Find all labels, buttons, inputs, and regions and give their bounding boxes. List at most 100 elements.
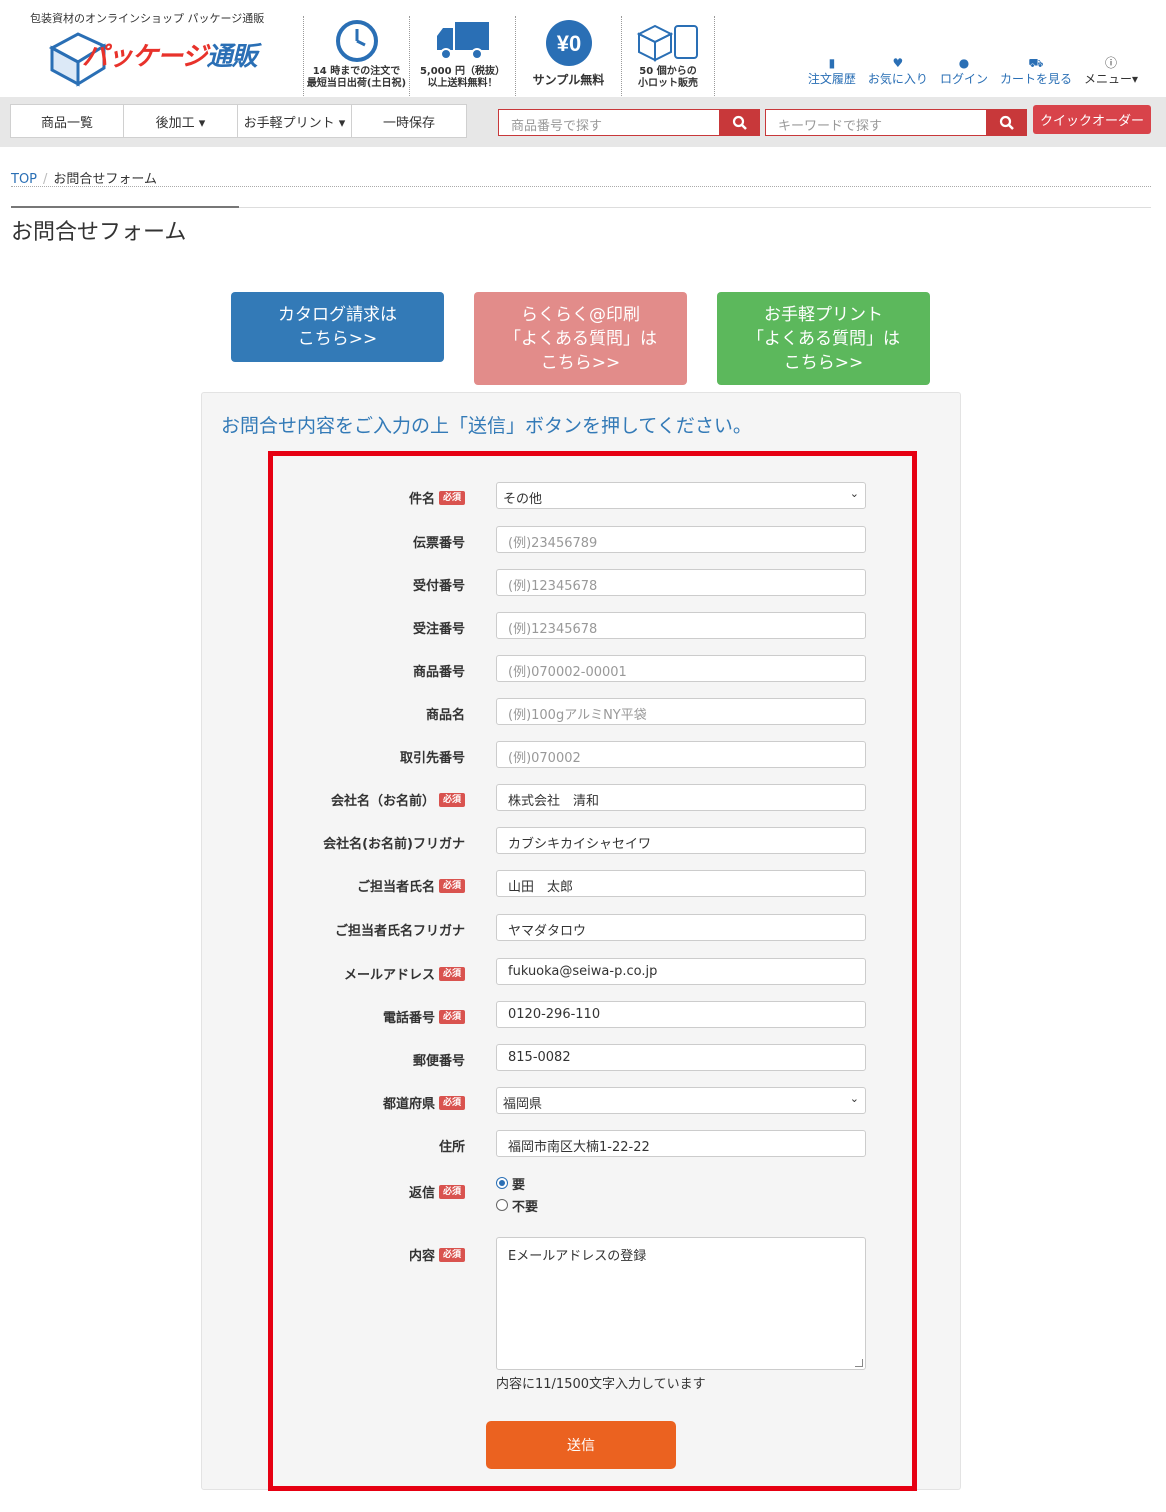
required-badge: 必須 <box>438 1184 465 1199</box>
row-client-no: 取引先番号 (例)070002 <box>273 741 913 768</box>
nav-menu[interactable]: ⓘ メニュー▾ <box>1084 56 1138 87</box>
book-icon: ▮ <box>828 56 836 70</box>
radio-unchecked-icon <box>496 1199 508 1211</box>
nav-order-history[interactable]: ▮ 注文履歴 <box>808 56 856 87</box>
zip-input[interactable]: 815-0082 <box>496 1044 866 1071</box>
breadcrumb-divider <box>11 186 1151 187</box>
subject-label: 件名 <box>408 492 435 507</box>
reply-no-label: 不要 <box>512 1199 539 1215</box>
nav-temp-save[interactable]: 一時保存 <box>352 104 467 138</box>
button-line: らくらく@印刷 <box>521 304 640 325</box>
nav-login[interactable]: ● ログイン <box>940 56 988 87</box>
nav-product-list[interactable]: 商品一覧 <box>10 104 124 138</box>
email-label: メールアドレス <box>343 968 435 983</box>
prefecture-select[interactable]: 福岡県 ⌄ <box>496 1087 866 1114</box>
contact-kana-label: ご担当者氏名フリガナ <box>334 924 465 939</box>
quick-order-button[interactable]: クイックオーダー <box>1033 105 1151 134</box>
required-badge: 必須 <box>438 1095 465 1110</box>
nav-cart[interactable]: ⛟ カートを見る <box>1000 56 1072 87</box>
character-counter: 内容に11/1500文字入力しています <box>496 1377 706 1392</box>
address-label: 住所 <box>438 1140 465 1155</box>
company-label: 会社名（お名前） <box>330 794 435 809</box>
row-company-kana: 会社名(お名前)フリガナ カブシキカイシャセイワ <box>273 827 913 854</box>
required-badge: 必須 <box>438 1009 465 1024</box>
feature-same-day: 14 時までの注文で 最短当日出荷(土日祝) <box>303 16 409 96</box>
email-input[interactable]: fukuoka@seiwa-p.co.jp <box>496 958 866 985</box>
search-icon <box>999 115 1014 130</box>
keyword-search-button[interactable] <box>987 109 1027 136</box>
prefecture-label: 都道府県 <box>382 1097 435 1112</box>
feature-free-shipping: 5,000 円（税抜） 以上送料無料！ <box>409 16 515 96</box>
product-number-search-button[interactable] <box>720 109 760 136</box>
required-badge: 必須 <box>438 878 465 893</box>
subject-value: その他 <box>503 492 543 507</box>
site-tagline: 包装資材のオンラインショップ パッケージ通販 <box>30 12 265 25</box>
title-accent <box>11 206 239 208</box>
easy-print-faq-button[interactable]: お手軽プリント 「よくある質問」は こちら>> <box>717 292 930 385</box>
slip-no-label: 伝票番号 <box>412 536 465 551</box>
reply-label: 返信 <box>408 1186 435 1201</box>
row-company: 会社名（お名前） 必須 株式会社 清和 <box>273 784 913 811</box>
required-badge: 必須 <box>438 1247 465 1262</box>
product-no-input[interactable]: (例)070002-00001 <box>496 655 866 682</box>
category-buttons: 商品一覧 後加工 ▾ お手軽プリント ▾ 一時保存 <box>10 104 467 138</box>
svg-text:¥0: ¥0 <box>556 31 580 56</box>
row-product-name: 商品名 (例)100gアルミNY平袋 <box>273 698 913 725</box>
feature-caption: 最短当日出荷(土日祝) <box>306 78 407 89</box>
row-contact: ご担当者氏名 必須 山田 太郎 <box>273 870 913 897</box>
order-no-input[interactable]: (例)12345678 <box>496 612 866 639</box>
feature-caption: サンプル無料 <box>532 73 605 87</box>
client-no-input[interactable]: (例)070002 <box>496 741 866 768</box>
receipt-no-label: 受付番号 <box>412 579 465 594</box>
row-phone: 電話番号 必須 0120-296-110 <box>273 1001 913 1028</box>
feature-small-lot: 50 個からの 小ロット販売 <box>621 16 715 96</box>
search-icon <box>732 115 747 130</box>
contact-label: ご担当者氏名 <box>356 880 435 895</box>
product-name-label: 商品名 <box>425 708 465 723</box>
product-name-input[interactable]: (例)100gアルミNY平袋 <box>496 698 866 725</box>
content-label: 内容 <box>408 1249 435 1264</box>
submit-button[interactable]: 送信 <box>486 1421 676 1469</box>
phone-label: 電話番号 <box>382 1011 435 1026</box>
breadcrumb-separator: / <box>43 172 48 187</box>
subject-select[interactable]: その他 ⌄ <box>496 482 866 509</box>
reply-yes-radio[interactable]: 要 <box>496 1172 538 1194</box>
feature-caption: 5,000 円（税抜） <box>419 66 506 77</box>
company-kana-label: 会社名(お名前)フリガナ <box>323 837 465 852</box>
cart-icon: ⛟ <box>1028 56 1044 70</box>
reply-radio-group: 要 不要 <box>496 1172 538 1216</box>
nav-post-processing[interactable]: 後加工 ▾ <box>124 104 238 138</box>
contact-input[interactable]: 山田 太郎 <box>496 870 866 897</box>
box-icon <box>636 24 698 62</box>
button-line: こちら>> <box>540 352 621 373</box>
company-input[interactable]: 株式会社 清和 <box>496 784 866 811</box>
reply-no-radio[interactable]: 不要 <box>496 1194 538 1216</box>
feature-caption: 14 時までの注文で <box>312 66 401 77</box>
user-nav-label: カートを見る <box>999 72 1072 86</box>
info-icon: ⓘ <box>1104 56 1117 70</box>
contact-kana-input[interactable]: ヤマダタロウ <box>496 914 866 941</box>
breadcrumb-home[interactable]: TOP <box>11 172 37 187</box>
logo-wordmark[interactable]: パッケージ通販 <box>82 36 258 73</box>
row-reply: 返信 必須 要 不要 <box>273 1172 913 1218</box>
company-kana-input[interactable]: カブシキカイシャセイワ <box>496 827 866 854</box>
button-line: お手軽プリント <box>764 304 883 325</box>
phone-input[interactable]: 0120-296-110 <box>496 1001 866 1028</box>
product-number-search-input[interactable]: 商品番号で探す <box>498 109 720 136</box>
catalog-request-button[interactable]: カタログ請求は こちら>> <box>231 292 444 362</box>
rakuraku-faq-button[interactable]: らくらく@印刷 「よくある質問」は こちら>> <box>474 292 687 385</box>
row-product-no: 商品番号 (例)070002-00001 <box>273 655 913 682</box>
client-no-label: 取引先番号 <box>399 751 465 766</box>
address-input[interactable]: 福岡市南区大楠1-22-22 <box>496 1130 866 1157</box>
keyword-search-input[interactable]: キーワードで探す <box>765 109 987 136</box>
receipt-no-input[interactable]: (例)12345678 <box>496 569 866 596</box>
resize-handle-icon[interactable] <box>855 1359 863 1367</box>
required-badge: 必須 <box>438 966 465 981</box>
row-order-no: 受注番号 (例)12345678 <box>273 612 913 639</box>
nav-favorites[interactable]: ♥ お気に入り <box>868 56 928 87</box>
nav-easy-print[interactable]: お手軽プリント ▾ <box>238 104 352 138</box>
content-textarea[interactable]: Eメールアドレスの登録 <box>496 1237 866 1370</box>
page-title: お問合せフォーム <box>11 220 187 245</box>
slip-no-input[interactable]: (例)23456789 <box>496 526 866 553</box>
main-navbar: 商品一覧 後加工 ▾ お手軽プリント ▾ 一時保存 商品番号で探す キーワードで… <box>0 97 1166 147</box>
